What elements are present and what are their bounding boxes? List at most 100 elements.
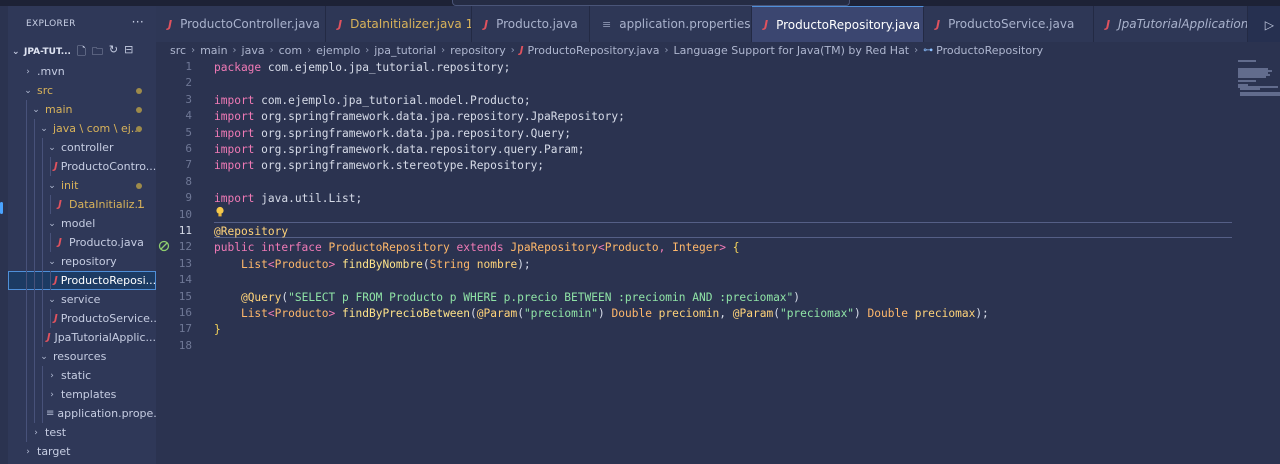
tree-folder[interactable]: › static — [8, 366, 156, 385]
code-token: findByNombre — [342, 257, 423, 271]
line-number: 17 — [178, 322, 192, 336]
indent-guide — [26, 157, 27, 176]
breadcrumb-item[interactable]: repository — [450, 44, 506, 57]
chevron-down-icon: ⌄ — [32, 104, 40, 115]
tree-file[interactable]: ≡ application.prope... — [8, 404, 156, 423]
indent-guide — [34, 347, 35, 366]
breadcrumb-item[interactable]: ProductoRepository.java — [528, 44, 660, 57]
breadcrumb-item[interactable]: src — [170, 44, 186, 57]
tab-label: ProductoService.java — [948, 17, 1075, 31]
explorer-sidebar: EXPLORER ··· ⌄ JPA-TUT... 🗋 🗀 ↻ ⊟ › .mvn ⌄… — [8, 6, 156, 464]
tree-folder[interactable]: ⌄ service — [8, 290, 156, 309]
breadcrumb-item[interactable]: com — [279, 44, 303, 57]
editor-tab[interactable]: JProductoRepository.java✕ — [752, 6, 924, 42]
code-token: ); — [975, 307, 989, 320]
new-folder-icon[interactable]: 🗀 — [92, 43, 103, 62]
tree-folder[interactable]: ⌄ repository — [8, 252, 156, 271]
indent-guide — [42, 214, 43, 233]
breadcrumb-item[interactable]: jpa_tutorial — [374, 44, 436, 57]
new-file-icon[interactable]: 🗋 — [77, 43, 86, 62]
tree-folder[interactable]: ⌄ controller — [8, 138, 156, 157]
java-file-icon: J — [58, 237, 62, 248]
code-line[interactable]: import org.springframework.data.reposito… — [214, 142, 584, 158]
tree-item-label: templates — [61, 388, 117, 401]
tree-file[interactable]: J Producto.java — [8, 233, 156, 252]
code-area[interactable]: package com.ejemplo.jpa_tutorial.reposit… — [214, 58, 1230, 464]
tab-label: JpaTutorialApplication.java — [1118, 17, 1248, 31]
java-file-icon: J — [54, 313, 58, 324]
tree-item-label: repository — [61, 255, 117, 268]
breadcrumb-item[interactable]: Language Support for Java(TM) by Red Hat — [674, 44, 910, 57]
code-token: ) — [598, 307, 612, 320]
tree-file[interactable]: J DataInitializ... 1 — [8, 195, 156, 214]
tree-folder[interactable]: › .mvn — [8, 62, 156, 81]
tree-file[interactable]: J ProductoContro... — [8, 157, 156, 176]
code-editor[interactable]: 1 2 3 4 5 6 7 8 9 10 11 12 13 14 15 16 17 18 package com.… — [156, 58, 1280, 464]
tree-file[interactable]: J ProductoService... — [8, 309, 156, 328]
code-token: findByPrecioBetween — [342, 307, 471, 320]
code-line[interactable]: List<Producto> findByPrecioBetween(@Para… — [214, 306, 989, 322]
override-icon[interactable] — [158, 240, 170, 252]
code-line[interactable]: package com.ejemplo.jpa_tutorial.reposit… — [214, 60, 510, 76]
tree-folder[interactable]: ⌄ model — [8, 214, 156, 233]
chevron-right-icon: › — [232, 44, 237, 56]
project-root[interactable]: ⌄ JPA-TUT... 🗋 🗀 ↻ ⊟ — [8, 42, 156, 62]
code-line[interactable]: import org.springframework.data.jpa.repo… — [214, 109, 625, 125]
chevron-down-icon: ⌄ — [48, 180, 56, 191]
indent-guide — [34, 404, 35, 423]
code-token: JpaRepository — [510, 241, 598, 255]
code-token: @Repository — [214, 225, 289, 238]
indent-guide — [26, 404, 27, 423]
properties-file-icon: ≡ — [602, 17, 612, 31]
line-number: 2 — [185, 76, 192, 90]
chevron-down-icon: ⌄ — [48, 294, 56, 305]
more-actions-icon[interactable]: ··· — [132, 15, 144, 29]
tree-folder[interactable]: ⌄ init — [8, 176, 156, 195]
editor-tab[interactable]: J Producto.java — [472, 6, 590, 42]
tree-folder[interactable]: › templates — [8, 385, 156, 404]
editor-tab[interactable]: ≡ application.properties — [590, 6, 752, 42]
editor-tab[interactable]: J DataInitializer.java 1 — [326, 6, 472, 42]
tree-folder[interactable]: ⌄ main — [8, 100, 156, 119]
run-icon[interactable]: ▷ — [1265, 18, 1274, 32]
code-line[interactable]: public interface ProductoRepository exte… — [214, 240, 739, 256]
code-token: ) — [854, 307, 868, 320]
code-token: com.ejemplo.jpa_tutorial.repository; — [261, 61, 511, 74]
tree-file[interactable]: J JpaTutorialApplic... — [8, 328, 156, 347]
code-token: nombre — [470, 257, 518, 271]
indent-guide — [42, 271, 43, 290]
minimap[interactable] — [1234, 58, 1280, 98]
code-line[interactable]: import com.ejemplo.jpa_tutorial.model.Pr… — [214, 93, 531, 109]
editor-tab[interactable]: J ProductoService.java — [924, 6, 1094, 42]
tree-folder[interactable]: › test — [8, 423, 156, 442]
breadcrumb-item[interactable]: ProductoRepository — [936, 44, 1043, 57]
file-tree: › .mvn ⌄ src ⌄ main ⌄ java \ com \ ej... ⌄ contro… — [8, 62, 156, 461]
refresh-icon[interactable]: ↻ — [109, 43, 118, 62]
tree-folder[interactable]: ⌄ resources — [8, 347, 156, 366]
editor-tab[interactable]: J JpaTutorialApplication.java — [1094, 6, 1248, 42]
breadcrumb-item[interactable]: java — [242, 44, 265, 57]
collapse-all-icon[interactable]: ⊟ — [124, 43, 133, 62]
tree-folder[interactable]: ⌄ src — [8, 81, 156, 100]
code-token: import — [214, 93, 255, 107]
tree-folder[interactable]: ⌄ java \ com \ ej... — [8, 119, 156, 138]
code-line[interactable]: import java.util.List; — [214, 191, 362, 207]
java-file-icon: J — [519, 44, 524, 56]
code-line[interactable]: } — [214, 322, 221, 338]
tree-folder[interactable]: › target — [8, 442, 156, 461]
tree-file[interactable]: J ProductoReposi... — [8, 271, 156, 290]
editor-tab[interactable]: J ProductoController.java — [156, 6, 326, 42]
tree-item-label: JpaTutorialApplic... — [54, 331, 156, 344]
breadcrumb-item[interactable]: ejemplo — [316, 44, 360, 57]
code-line[interactable]: @Query("SELECT p FROM Producto p WHERE p… — [214, 290, 800, 306]
code-token: import — [214, 192, 255, 206]
chevron-down-icon: ⌄ — [12, 47, 20, 57]
code-line[interactable]: List<Producto> findByNombre(String nombr… — [214, 257, 531, 273]
code-line[interactable]: import org.springframework.stereotype.Re… — [214, 158, 544, 174]
java-file-icon: J — [54, 275, 58, 286]
indent-guide — [34, 309, 35, 328]
code-line[interactable]: import org.springframework.data.jpa.repo… — [214, 126, 571, 142]
code-line[interactable]: @Repository — [214, 224, 288, 240]
code-token: import — [214, 126, 255, 140]
breadcrumb-item[interactable]: main — [200, 44, 227, 57]
